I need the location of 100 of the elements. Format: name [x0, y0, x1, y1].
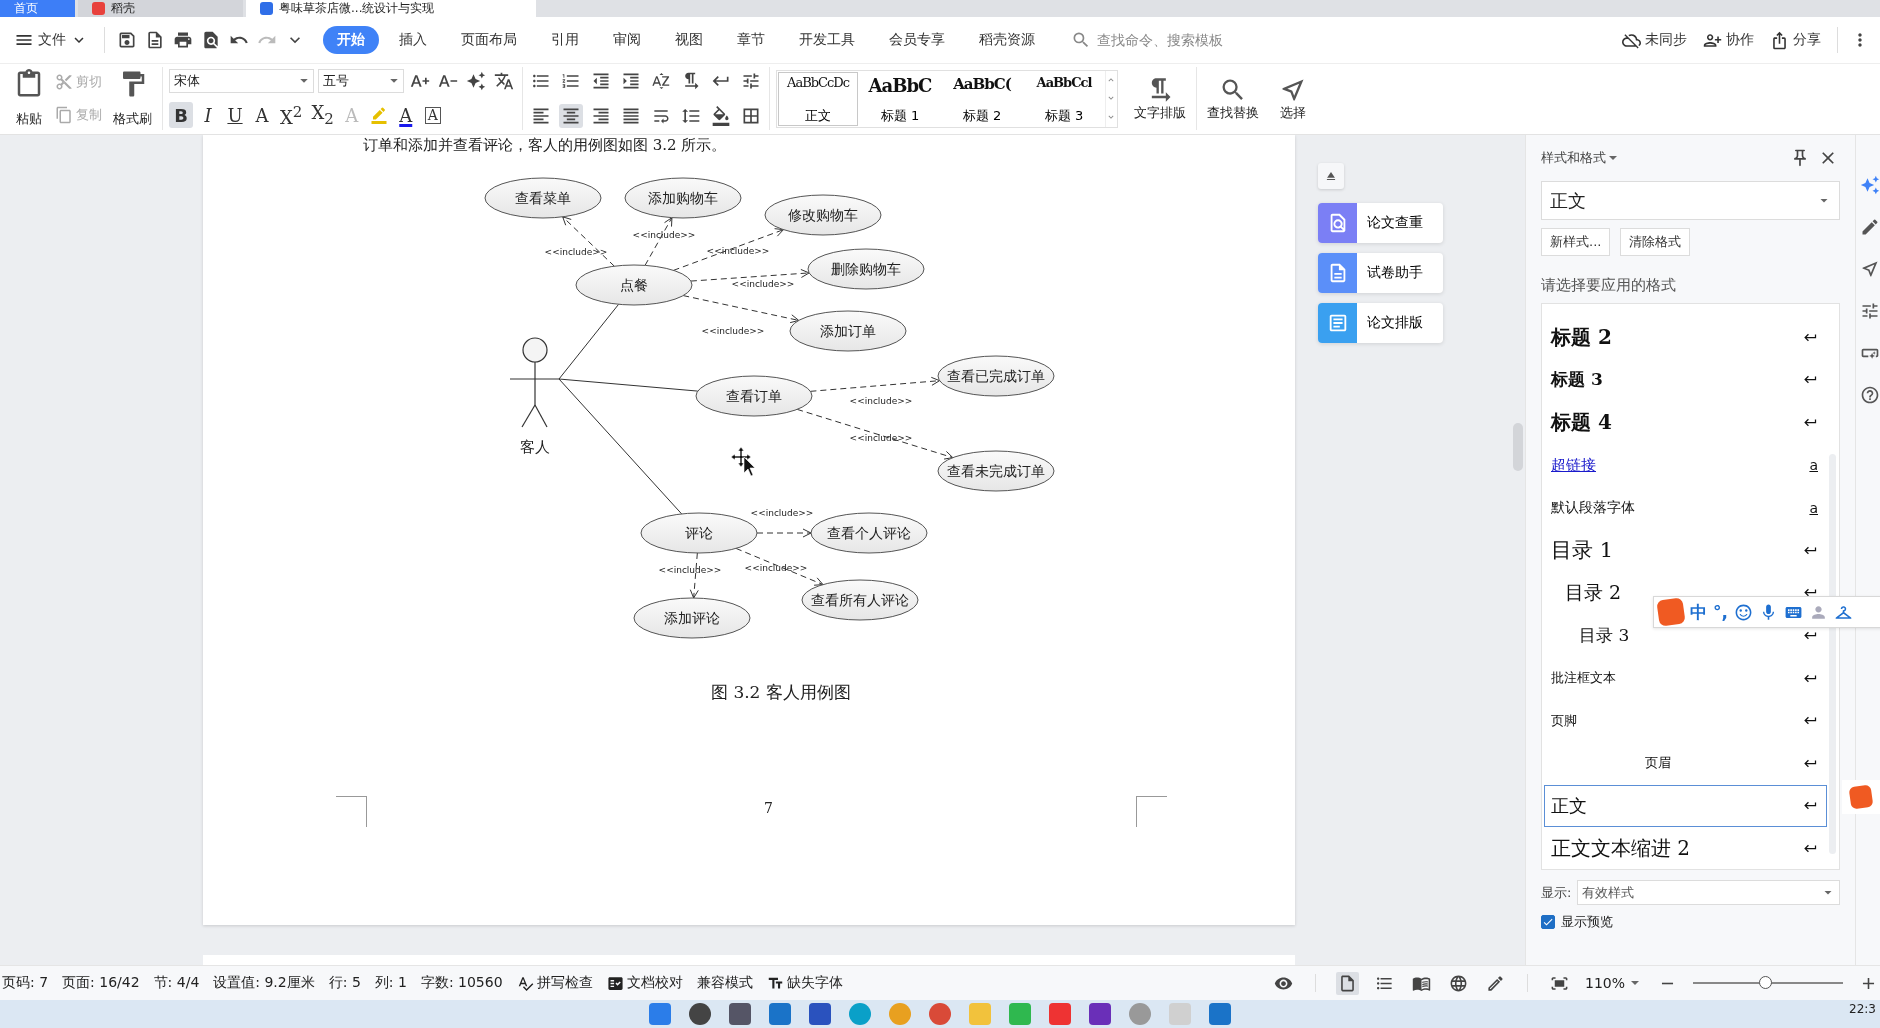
ribbon-tab[interactable]: 会员专享 — [875, 26, 959, 54]
checklist-icon — [606, 974, 624, 992]
scrollbar-thumb[interactable] — [1512, 423, 1523, 471]
window-tab[interactable]: 粤味草茶店微...统设计与实现 — [246, 0, 536, 17]
dropdown-caret-icon — [300, 78, 308, 83]
taskbar-icon[interactable] — [769, 1003, 791, 1025]
header-action[interactable]: 协作 — [1697, 26, 1760, 54]
ribbon-tab[interactable]: 稻壳资源 — [965, 26, 1049, 54]
ribbon-tab[interactable]: 引用 — [537, 26, 593, 54]
taskbar-icon[interactable] — [1209, 1003, 1231, 1025]
paste-button[interactable]: 粘贴 — [10, 67, 48, 130]
pen-icon[interactable] — [1860, 217, 1880, 237]
dropdown-caret-icon — [1609, 156, 1617, 160]
underline-button[interactable]: U — [223, 102, 247, 129]
highlighter-icon — [369, 106, 388, 125]
ribbon-tab[interactable]: 视图 — [661, 26, 717, 54]
checkbox-label: 显示预览 — [1561, 913, 1613, 931]
status-button[interactable]: 兼容模式 — [696, 974, 753, 992]
body-text: 订单和添加并查看评论，客人的用例图如图 3.2 所示。 — [362, 135, 728, 155]
tool-label: 试卷助手 — [1367, 264, 1423, 282]
ribbon-tab[interactable]: 开始 — [323, 26, 379, 54]
side-tool-button[interactable]: 论文查重 — [1318, 203, 1443, 243]
ribbon-tab[interactable]: 页面布局 — [447, 26, 531, 54]
taskbar-icon[interactable] — [929, 1003, 951, 1025]
script-button[interactable]: X$^{2}$ — [277, 102, 306, 129]
check-icon — [1542, 916, 1554, 928]
include-label: <<include>> — [544, 247, 608, 257]
include-label: <<include>> — [706, 246, 770, 256]
file-menu[interactable]: 文件 — [8, 26, 94, 54]
collapse-button[interactable] — [1318, 163, 1344, 189]
bold-button[interactable]: B — [169, 102, 193, 129]
include-label: <<include>> — [632, 230, 696, 240]
dropdown-caret-icon — [1824, 890, 1832, 895]
status-button[interactable]: 缺失字体 — [766, 974, 843, 992]
ribbon-tool-button[interactable]: 查找替换 — [1203, 73, 1263, 124]
taskbar-icon[interactable] — [809, 1003, 831, 1025]
use-case: 查看菜单 — [484, 177, 602, 219]
style-list-item[interactable]: 正文 — [1544, 784, 1827, 828]
panel-button[interactable]: 清除格式 — [1620, 228, 1691, 256]
side-tool-button[interactable]: 试卷助手 — [1318, 253, 1443, 293]
checkbox[interactable] — [1541, 915, 1555, 929]
scrollbar-thumb[interactable] — [1829, 454, 1836, 854]
use-case: 删除购物车 — [807, 248, 925, 290]
style-icon[interactable] — [1860, 175, 1880, 195]
settings-icon[interactable] — [1860, 301, 1880, 321]
search-field[interactable]: 查找命令、搜索模板 — [1071, 30, 1245, 50]
ribbon-tab[interactable]: 章节 — [723, 26, 779, 54]
use-case: 添加订单 — [789, 310, 907, 352]
style-preset[interactable]: AaBbCcDc 正文 — [777, 70, 859, 127]
header-action[interactable]: 未同步 — [1616, 26, 1693, 54]
help-icon[interactable] — [1860, 385, 1880, 405]
actor-label: 客人 — [520, 438, 550, 456]
use-case: 查看未完成订单 — [937, 450, 1055, 492]
align-center-icon[interactable] — [559, 103, 583, 128]
ribbon-tab[interactable]: 开发工具 — [785, 26, 869, 54]
ribbon-tool-button[interactable]: 文字排版 — [1130, 73, 1190, 124]
spellcheck-icon — [516, 974, 534, 992]
status-text: 节: 4/4 — [153, 974, 200, 992]
italic-button[interactable]: I — [196, 102, 220, 129]
page-view-icon[interactable] — [1335, 971, 1359, 995]
zoom-level[interactable]: 110% — [1584, 975, 1642, 991]
ime-logo-icon[interactable] — [1656, 597, 1686, 627]
use-case: 查看订单 — [695, 375, 813, 417]
include-label: <<include>> — [701, 326, 765, 336]
taskbar-icon[interactable] — [729, 1003, 751, 1025]
use-case: 查看已完成订单 — [937, 355, 1055, 397]
ribbon-tab[interactable]: 插入 — [385, 26, 441, 54]
tool-label: 论文查重 — [1367, 214, 1423, 232]
font-family-select[interactable]: 宋体 — [169, 68, 314, 93]
character-border-button[interactable]: A — [420, 102, 445, 129]
current-style-select[interactable]: 正文 — [1541, 181, 1840, 220]
ime-logo-icon[interactable] — [1848, 784, 1874, 810]
window-tab[interactable]: 首页 — [0, 0, 75, 17]
emoji-icon[interactable] — [1733, 602, 1753, 622]
crop-mark — [336, 796, 367, 827]
header-action[interactable]: 分享 — [1764, 26, 1827, 54]
include-label: <<include>> — [731, 279, 795, 289]
panel-button[interactable]: 新样式... — [1541, 228, 1611, 256]
strikethrough-button[interactable]: A — [250, 102, 274, 129]
script-button[interactable]: X$_{2}$ — [308, 102, 337, 129]
panel-title[interactable]: 样式和格式 — [1541, 149, 1620, 167]
font-size-select[interactable]: 五号 — [318, 68, 404, 93]
use-case: 修改购物车 — [764, 194, 882, 236]
cursor-icon[interactable] — [1860, 259, 1880, 279]
format-painter-button[interactable]: 格式刷 — [109, 67, 156, 130]
status-button[interactable]: 拼写检查 — [516, 974, 593, 992]
crop-mark — [1135, 796, 1167, 827]
include-label: <<include>> — [744, 563, 808, 573]
side-tool-button[interactable]: 论文排版 — [1318, 303, 1443, 343]
slider-thumb[interactable] — [1759, 976, 1772, 989]
ribbon-tab[interactable]: 审阅 — [599, 26, 655, 54]
taskbar-icon[interactable] — [1089, 1003, 1111, 1025]
font-color-button[interactable]: A — [393, 102, 418, 129]
status-text: 列: 1 — [374, 974, 407, 992]
window-tab[interactable]: 稻壳 — [78, 0, 243, 17]
status-button[interactable]: 文档校对 — [606, 974, 683, 992]
show-select[interactable]: 有效样式 — [1577, 880, 1840, 905]
section-label: 请选择要应用的格式 — [1541, 276, 1677, 295]
status-text: 页面: 16/42 — [62, 974, 140, 992]
ribbon-tool-button[interactable]: 选择 — [1275, 73, 1311, 124]
